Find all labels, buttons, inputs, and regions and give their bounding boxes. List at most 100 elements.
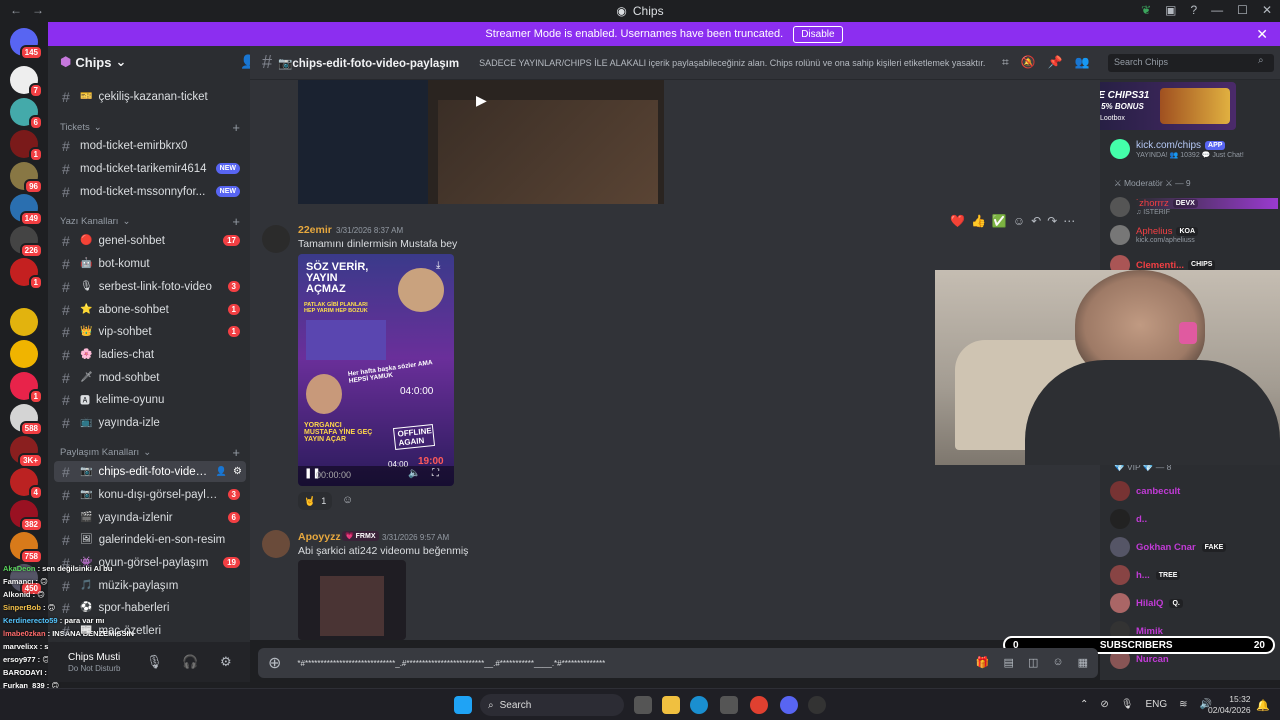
notifications-icon[interactable]: 🔔 [1256,699,1270,712]
channel-item[interactable]: # mod-ticket-tarikemir4614 NEW [54,158,246,179]
channel-item[interactable]: # 📷 konu-dışı-görsel-paylaşım 3 [54,484,246,505]
channel-item[interactable]: # ⭐ abone-sohbet 1 [54,299,246,320]
server-icon[interactable]: 588 [10,404,43,436]
pin-icon[interactable]: 📌 [1048,55,1063,70]
obs-icon[interactable] [808,696,826,714]
channel-category[interactable]: Tickets ⌄ + [60,120,240,135]
leaf-icon[interactable]: ❦ [1141,3,1151,17]
add-attachment-icon[interactable]: ⊕ [268,653,281,673]
notification-bell-icon[interactable]: 🔕 [1021,55,1036,70]
member-item[interactable]: h... TREE [1110,564,1278,586]
play-icon[interactable]: ▶ [476,92,487,109]
settings-gear-icon[interactable]: ⚙ [220,654,232,670]
composer-text[interactable]: *#*****************************_.#******… [297,659,605,668]
chevron-up-icon[interactable]: ⌃ [1080,699,1088,710]
add-channel-icon[interactable]: + [232,214,240,229]
add-channel-icon[interactable]: + [232,120,240,135]
channel-item[interactable]: # 🅰kelime-oyunu [54,389,246,410]
check-reaction-icon[interactable]: ✅ [992,214,1007,228]
reaction-pill[interactable]: 🤘 1 [298,492,333,510]
server-icon[interactable]: 226 [10,226,43,258]
member-item[interactable]: Gokhan Cnar FAKE [1110,536,1278,558]
server-icon[interactable]: 1 [10,372,43,404]
home-icon[interactable]: 145 [10,28,43,60]
file-explorer-icon[interactable] [662,696,680,714]
member-item[interactable]: canbecult [1110,480,1278,502]
network-off-icon[interactable]: ⊘ [1100,699,1108,710]
member-item[interactable]: ˙zhorrrz DEVX ♫ ISTERIF [1110,196,1278,218]
channel-item[interactable]: # 🗡 mod-sohbet [54,367,246,388]
server-icon[interactable]: 758 [10,532,43,564]
channel-topic[interactable]: SADECE YAYINLAR/CHIPS İLE ALAKALI içerik… [479,58,985,68]
channel-item[interactable]: # 🎙 serbest-link-foto-video 3 [54,276,246,297]
channel-item[interactable]: # 🎵 müzik-paylaşım [54,575,246,596]
channel-item[interactable]: # ⚽ spor-haberleri [54,597,246,618]
server-icon[interactable]: 382 [10,500,43,532]
member-list-icon[interactable]: 👥 [1075,55,1090,70]
add-member-icon[interactable]: 👤 [240,54,250,70]
channel-category[interactable]: Paylaşım Kanalları ⌄ + [60,445,240,460]
disable-button[interactable]: Disable [793,25,843,43]
member-item[interactable]: kick.com/chips APP YAYINDA! 👥 10392 💬 Jus… [1110,138,1278,160]
add-reaction-icon[interactable]: ☺ [1013,214,1025,228]
wifi-icon[interactable]: ≋ [1179,699,1187,710]
server-icon[interactable]: 3K+ [10,436,43,468]
channel-item[interactable]: # 🎬 yayında-izlenir 6 [54,507,246,528]
sticker-icon[interactable]: ◫ [1028,656,1038,669]
server-icon[interactable]: 1 [10,130,43,162]
member-item[interactable]: HilalQ Q. [1110,592,1278,614]
fullscreen-icon[interactable]: ⛶ [432,468,439,479]
more-options-icon[interactable]: ⋯ [1063,214,1075,228]
threads-icon[interactable]: ⌗ [1002,55,1009,70]
minimize-icon[interactable]: — [1211,3,1223,17]
heart-reaction-icon[interactable]: ❤️ [950,214,965,228]
channel-item[interactable]: # 🌸 ladies-chat [54,344,246,365]
server-icon[interactable]: 96 [10,162,43,194]
server-icon[interactable] [10,308,38,336]
search-input[interactable]: Search Chips [1108,54,1274,72]
discord-icon[interactable] [780,696,798,714]
channel-item[interactable]: # 🖼 galerindeki-en-son-resim [54,529,246,550]
thumbs-up-reaction-icon[interactable]: 👍 [971,214,986,228]
gift-icon[interactable]: 🎁 [976,656,990,669]
help-icon[interactable]: ? [1190,3,1197,17]
ad-banner[interactable]: CODE CHIPS31 FOR 5% BONUS Lootbox [1100,82,1236,130]
microphone-icon[interactable]: 🎙 [146,654,163,670]
channel-item[interactable]: # 👑 vip-sohbet 1 [54,321,246,342]
message-username[interactable]: 22emir [298,224,332,236]
server-icon[interactable]: 149 [10,194,43,226]
avatar[interactable] [262,225,290,253]
channel-item[interactable]: # mod-ticket-emirbkrx0 [54,135,246,156]
maximize-icon[interactable]: ☐ [1237,3,1248,17]
thumbnail-video[interactable]: SÖZ VERİR, YAYIN AÇMAZ PATLAK GİBİ PLANL… [298,254,454,486]
nav-arrows[interactable]: ←→ [10,3,54,17]
reply-icon[interactable]: ↶ [1031,214,1041,228]
channel-item[interactable]: # 👾 oyun-görsel-paylaşım 19 [54,552,246,573]
message-composer[interactable]: ⊕ *#*****************************_.#****… [258,648,1098,678]
volume-icon[interactable]: 🔈 [408,468,420,479]
channel-item[interactable]: # 🎫 çekiliş-kazanan-ticket [54,86,246,107]
image-attachment[interactable] [298,560,406,640]
download-icon[interactable]: ⤓ [436,260,440,271]
channel-item[interactable]: # 📷 chips-edit-foto-video-... 👤 ⚙ [54,461,246,482]
gif-icon[interactable]: ▤ [1004,656,1014,669]
microphone-icon[interactable]: 🎙 [1121,699,1134,710]
server-icon[interactable]: 1 [10,258,43,290]
task-view-icon[interactable] [634,696,652,714]
apps-icon[interactable]: ▦ [1078,656,1088,669]
settings-gear-icon[interactable]: ⚙ [233,466,242,477]
channel-item[interactable]: # 🤖 bot-komut [54,253,246,274]
emoji-icon[interactable]: ☺ [1052,656,1063,669]
inbox-icon[interactable]: ▣ [1165,3,1176,17]
edge-icon[interactable] [690,696,708,714]
channel-item[interactable]: # 📺 yayında-izle [54,412,246,433]
forward-icon[interactable]: ↷ [1047,214,1057,228]
server-name-header[interactable]: ⬢ Chips ⌄ 👤 [48,46,250,78]
channel-item[interactable]: # 🔴 genel-sohbet 17 [54,230,246,251]
channel-item[interactable]: # 📰 maç-özetleri [54,620,246,641]
channel-category[interactable]: Yazı Kanalları ⌄ + [60,214,240,229]
close-window-icon[interactable]: ✕ [1262,3,1272,17]
server-icon[interactable] [10,340,38,368]
windows-start-icon[interactable] [454,696,472,714]
video-attachment[interactable]: ▶ [298,80,664,204]
